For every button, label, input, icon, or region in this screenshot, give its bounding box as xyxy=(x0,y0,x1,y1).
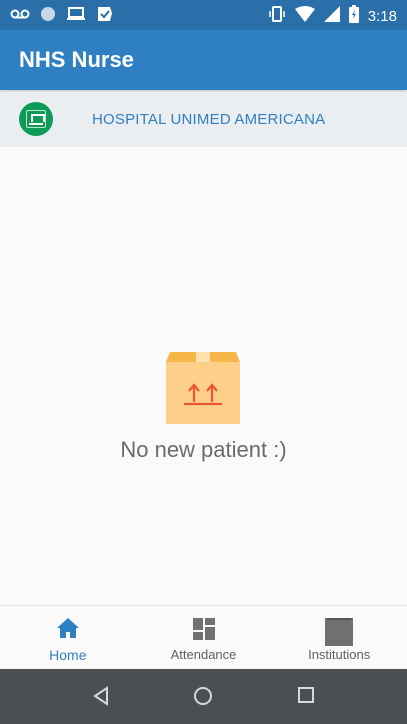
hospital-selector[interactable]: HOSPITAL UNIMED AMERICANA xyxy=(0,92,407,147)
signal-icon xyxy=(323,6,340,27)
bottom-navigation: Home Attendance Institutions xyxy=(0,605,407,669)
status-bar-left xyxy=(10,5,114,28)
vibrate-icon xyxy=(268,5,286,28)
home-icon xyxy=(56,618,79,643)
back-icon[interactable] xyxy=(92,686,110,711)
unimed-logo xyxy=(19,102,53,136)
app-bar: NHS Nurse xyxy=(0,30,407,90)
dashboard-icon xyxy=(192,618,215,645)
box-icon xyxy=(166,352,240,424)
status-bar-right: 3:18 xyxy=(268,5,397,28)
status-bar: 3:18 xyxy=(0,0,407,30)
status-time: 3:18 xyxy=(367,8,397,25)
nav-attendance[interactable]: Attendance xyxy=(136,606,272,669)
laptop-icon xyxy=(66,6,86,27)
app-title: NHS Nurse xyxy=(19,47,134,72)
voicemail-icon xyxy=(10,7,30,26)
tasks-icon xyxy=(96,5,114,28)
circle-icon xyxy=(40,6,56,27)
empty-state-message: No new patient :) xyxy=(120,437,287,462)
nav-attendance-label: Attendance xyxy=(170,647,237,662)
home-circle-icon[interactable] xyxy=(193,686,213,711)
nav-institutions[interactable]: Institutions xyxy=(271,606,407,669)
patient-list: No new patient :) xyxy=(0,147,407,605)
hospital-name[interactable]: HOSPITAL UNIMED AMERICANA xyxy=(92,111,325,128)
battery-icon xyxy=(348,5,359,28)
nav-home-label: Home xyxy=(49,647,87,663)
nav-home[interactable]: Home xyxy=(0,606,136,669)
recents-icon[interactable] xyxy=(297,686,315,709)
system-navigation-bar xyxy=(0,669,407,724)
nav-institutions-label: Institutions xyxy=(308,647,371,662)
wifi-icon xyxy=(294,6,315,27)
